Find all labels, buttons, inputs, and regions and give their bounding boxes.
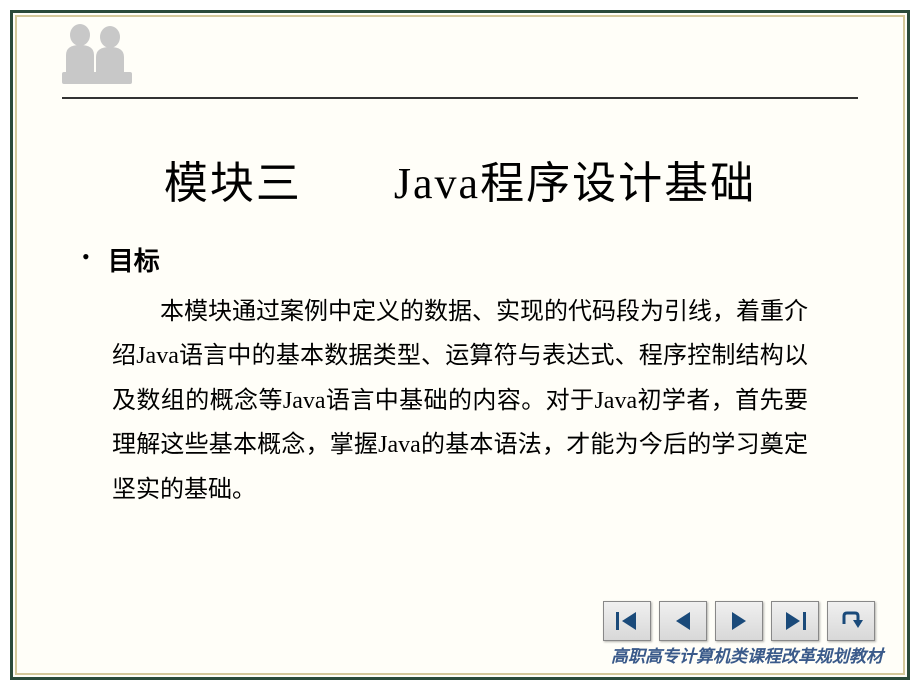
nav-first-button[interactable]: [603, 601, 651, 641]
body-paragraph: 本模块通过案例中定义的数据、实现的代码段为引线，着重介绍Java语言中的基本数据…: [112, 290, 808, 512]
prev-icon: [670, 608, 696, 634]
slide-frame-outer: 模块三 Java程序设计基础 • 目标 本模块通过案例中定义的数据、实现的代码段…: [10, 10, 910, 680]
nav-next-button[interactable]: [715, 601, 763, 641]
nav-return-button[interactable]: [827, 601, 875, 641]
subtitle-label: 目标: [108, 241, 160, 278]
slide-content: • 目标 本模块通过案例中定义的数据、实现的代码段为引线，着重介绍Java语言中…: [17, 241, 903, 512]
nav-button-group: [603, 601, 875, 641]
next-icon: [726, 608, 752, 634]
last-icon: [782, 608, 808, 634]
first-icon: [614, 608, 640, 634]
header-divider: [62, 97, 858, 99]
slide-frame-inner: 模块三 Java程序设计基础 • 目标 本模块通过案例中定义的数据、实现的代码段…: [15, 15, 905, 675]
bullet-icon: •: [82, 241, 90, 273]
slide-title: 模块三 Java程序设计基础: [17, 147, 903, 211]
header-area: [17, 17, 903, 102]
people-silhouette-icon: [52, 17, 147, 92]
return-icon: [838, 608, 864, 634]
subtitle-row: • 目标: [82, 241, 808, 278]
nav-prev-button[interactable]: [659, 601, 707, 641]
nav-last-button[interactable]: [771, 601, 819, 641]
footer-text: 高职高专计算机类课程改革规划教材: [611, 642, 883, 667]
